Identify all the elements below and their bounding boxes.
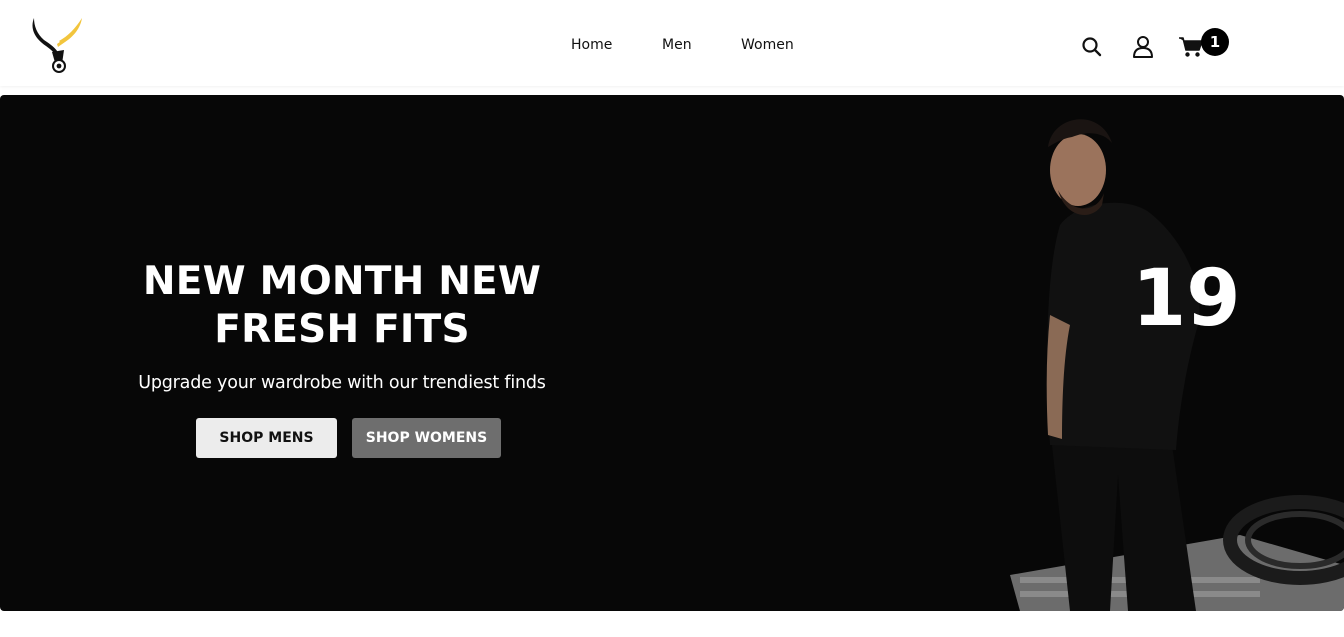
hero-banner: NEW MONTH NEW FRESH FITS Upgrade your wa… [0, 95, 1344, 611]
search-button[interactable] [1081, 36, 1103, 58]
hero-model-image: 19 [1010, 119, 1344, 611]
nav-home[interactable]: Home [571, 37, 612, 53]
cart-icon [1179, 37, 1203, 57]
shirt-number: 19 [1132, 254, 1241, 344]
bull-horns-logo-icon [32, 18, 82, 73]
shop-mens-button[interactable]: SHOP MENS [196, 418, 337, 458]
cart-count-badge: 1 [1201, 28, 1229, 56]
account-button[interactable] [1132, 35, 1154, 58]
hero-text-block: NEW MONTH NEW FRESH FITS Upgrade your wa… [90, 258, 594, 393]
user-icon [1133, 36, 1153, 58]
nav-men[interactable]: Men [662, 37, 692, 53]
cart-button[interactable] [1178, 36, 1204, 58]
site-header: Home Men Women 1 [0, 0, 1344, 86]
hero-subtitle: Upgrade your wardrobe with our trendiest… [138, 373, 546, 393]
search-icon [1082, 37, 1102, 57]
hero-title: NEW MONTH NEW FRESH FITS [90, 258, 594, 354]
hero-title-line-1: NEW MONTH NEW [142, 259, 542, 304]
brand-logo[interactable] [28, 14, 86, 74]
nav-women[interactable]: Women [741, 37, 794, 53]
hero-title-line-2: FRESH FITS [214, 307, 470, 352]
shop-womens-button[interactable]: SHOP WOMENS [352, 418, 501, 458]
